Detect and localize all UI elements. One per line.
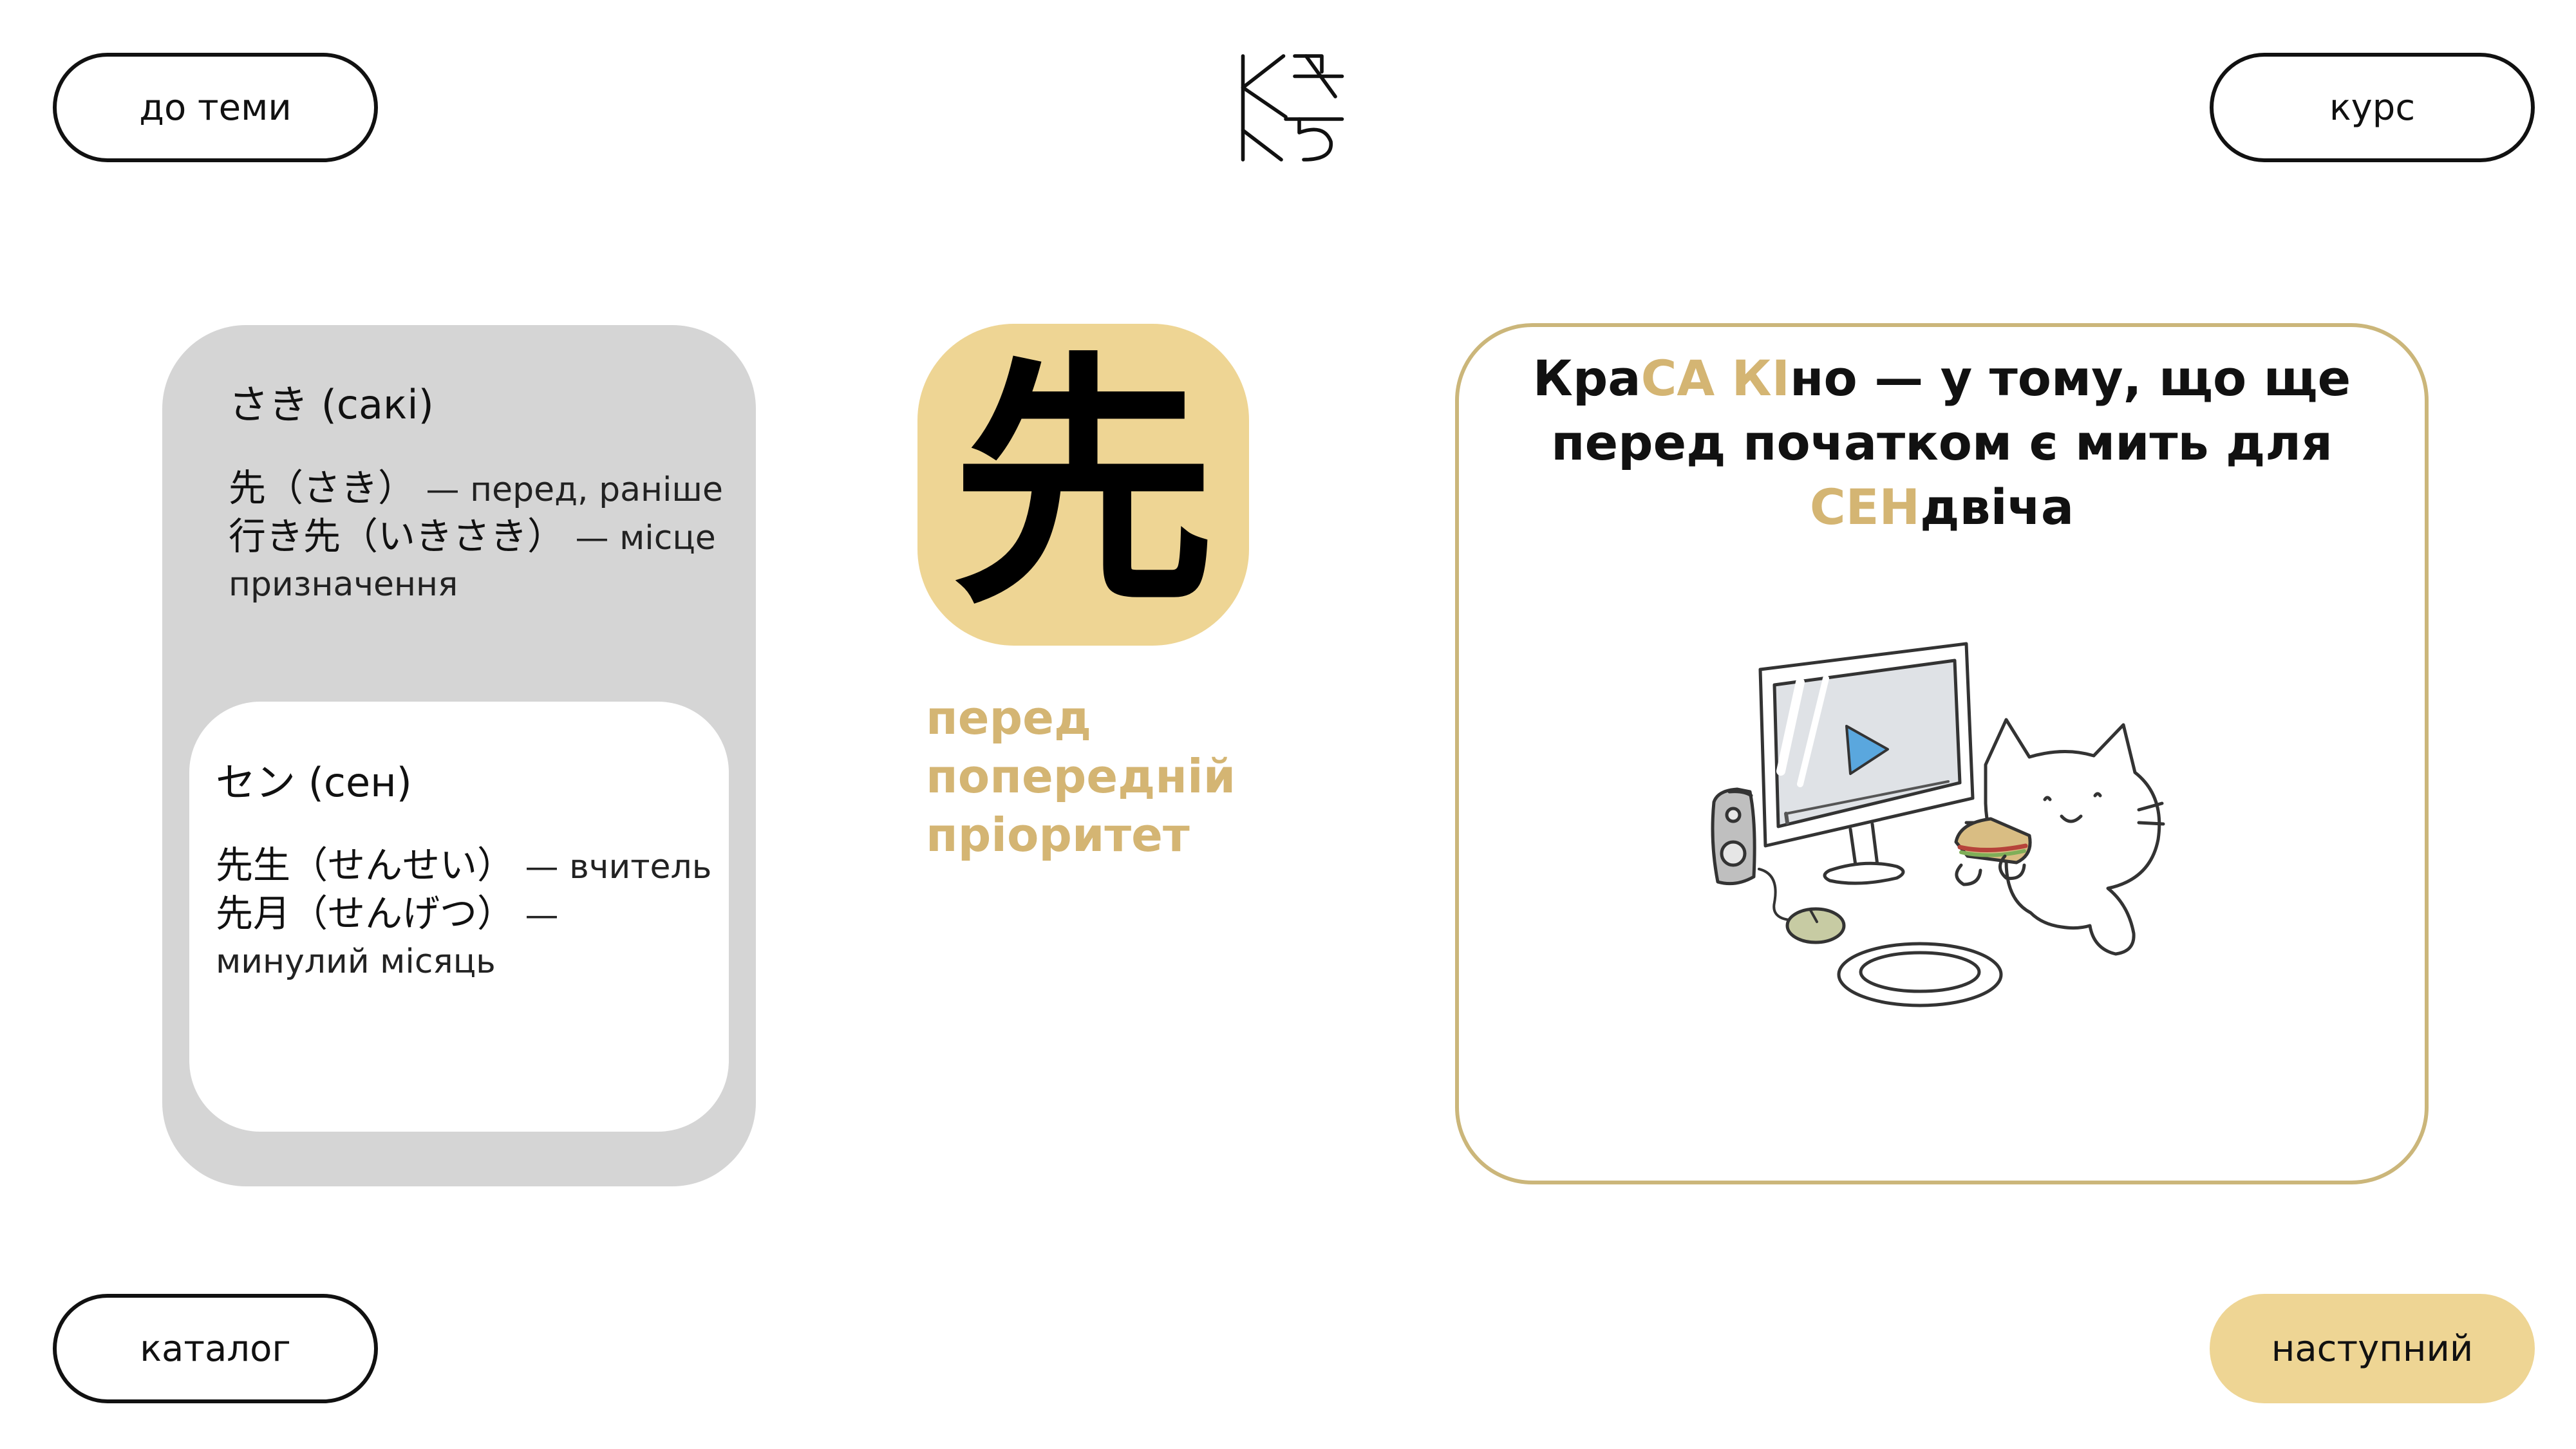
next-button[interactable]: наступний bbox=[2210, 1294, 2535, 1403]
mnemonic-highlight: СА КІ bbox=[1641, 350, 1791, 407]
mnemonic-highlight: СЕН bbox=[1809, 478, 1921, 536]
mnemonic-part: двіча bbox=[1920, 478, 2074, 536]
course-label: курс bbox=[2329, 86, 2416, 129]
on-reading-title: セン (сен) bbox=[216, 759, 412, 806]
next-label: наступний bbox=[2271, 1327, 2474, 1370]
kaku-logo-icon[interactable] bbox=[1236, 51, 1349, 164]
on-reading-examples: 先生（せんせい） — вчитель 先月（せんげつ） — минулий мі… bbox=[216, 842, 718, 985]
course-button[interactable]: курс bbox=[2210, 53, 2535, 162]
catalog-label: каталог bbox=[140, 1327, 291, 1370]
kanji-tile: 先 bbox=[917, 324, 1249, 646]
catalog-button[interactable]: каталог bbox=[53, 1294, 378, 1403]
on-example-2: 先月（せんげつ） — минулий місяць bbox=[216, 892, 559, 981]
back-to-topic-label: до теми bbox=[139, 86, 292, 129]
mnemonic-text: КраСА КІно — у тому, що ще перед початко… bbox=[1459, 346, 2425, 539]
meaning-item: попередній bbox=[926, 749, 1236, 803]
meaning-item: пріоритет bbox=[926, 808, 1190, 862]
kanji-meanings: перед попередній пріоритет bbox=[926, 689, 1236, 865]
kun-reading-examples: 先（さき） — перед, раніше 行き先（いきさき） — місце … bbox=[229, 465, 731, 608]
kanji-character: 先 bbox=[951, 331, 1216, 639]
mnemonic-card: КраСА КІно — у тому, що ще перед початко… bbox=[1455, 323, 2429, 1184]
back-to-topic-button[interactable]: до теми bbox=[53, 53, 378, 162]
kun-example-1: 先（さき） — перед, раніше bbox=[229, 466, 723, 510]
kun-example-2: 行き先（いきさき） — місце призначення bbox=[229, 514, 716, 604]
mnemonic-part: Кра bbox=[1532, 350, 1641, 407]
cat-sandwich-illustration-icon bbox=[1711, 642, 2165, 1007]
meaning-item: перед bbox=[926, 691, 1092, 745]
on-example-1: 先生（せんせい） — вчитель bbox=[216, 843, 712, 887]
kun-reading-title: さき (сакі) bbox=[229, 381, 434, 428]
